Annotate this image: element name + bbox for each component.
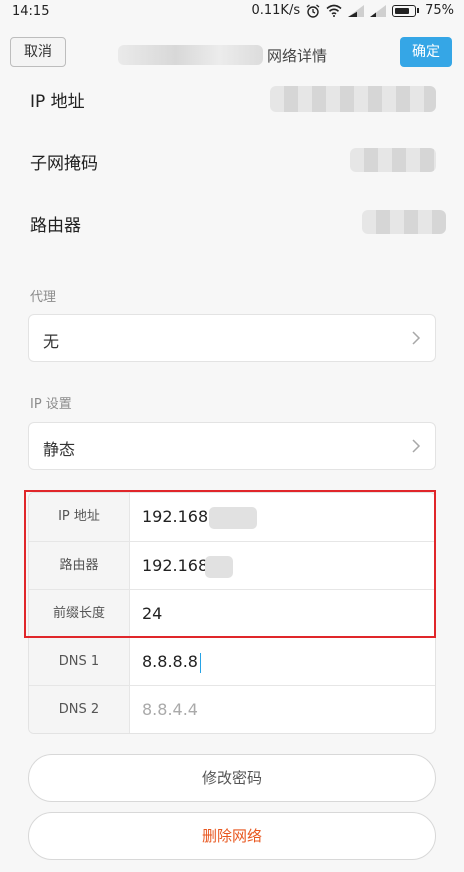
network-speed: 0.11K/s xyxy=(251,3,301,18)
ip-value-redacted xyxy=(270,86,436,112)
dns1-input[interactable]: 8.8.8.8 xyxy=(142,652,202,673)
signal-icon-2 xyxy=(370,4,387,17)
text-cursor xyxy=(199,652,202,673)
dns1-value: 8.8.8.8 xyxy=(142,652,198,671)
table-row: DNS 1 8.8.8.8 xyxy=(29,637,435,686)
status-time: 14:15 xyxy=(12,4,50,19)
chevron-right-icon xyxy=(412,331,421,345)
modify-password-button[interactable]: 修改密码 xyxy=(28,754,436,802)
battery-icon xyxy=(392,4,420,17)
proxy-section-label: 代理 xyxy=(30,290,57,305)
highlight-box xyxy=(24,490,436,638)
dns2-label: DNS 2 xyxy=(29,686,130,733)
network-name-redacted xyxy=(118,45,263,65)
alarm-icon xyxy=(306,3,320,18)
confirm-button[interactable]: 确定 xyxy=(400,37,452,67)
subnet-value-redacted xyxy=(350,148,436,172)
ip-settings-section-label: IP 设置 xyxy=(30,397,72,412)
wifi-icon xyxy=(326,4,342,17)
status-bar: 14:15 0.11K/s 75% xyxy=(0,0,464,24)
proxy-value: 无 xyxy=(43,332,60,351)
chevron-right-icon xyxy=(412,439,421,453)
dns2-input[interactable]: 8.8.4.4 xyxy=(142,700,198,719)
info-row-router: 路由器 xyxy=(0,192,464,254)
router-value-redacted xyxy=(362,210,446,234)
page-title: 网络详情 xyxy=(267,46,328,65)
info-label: 子网掩码 xyxy=(30,154,98,174)
table-row: DNS 2 8.8.4.4 xyxy=(29,685,435,733)
cancel-button[interactable]: 取消 xyxy=(10,37,66,67)
info-label: IP 地址 xyxy=(30,92,85,112)
info-row-subnet: 子网掩码 xyxy=(0,130,464,192)
ip-settings-select[interactable]: 静态 xyxy=(28,422,436,470)
info-row-ip: IP 地址 xyxy=(0,68,464,130)
battery-level: 75% xyxy=(425,3,454,18)
proxy-select[interactable]: 无 xyxy=(28,314,436,362)
delete-network-button[interactable]: 删除网络 xyxy=(28,812,436,860)
dns1-label: DNS 1 xyxy=(29,638,130,686)
signal-icon xyxy=(348,4,365,17)
info-label: 路由器 xyxy=(30,216,81,236)
ip-settings-value: 静态 xyxy=(43,440,76,459)
